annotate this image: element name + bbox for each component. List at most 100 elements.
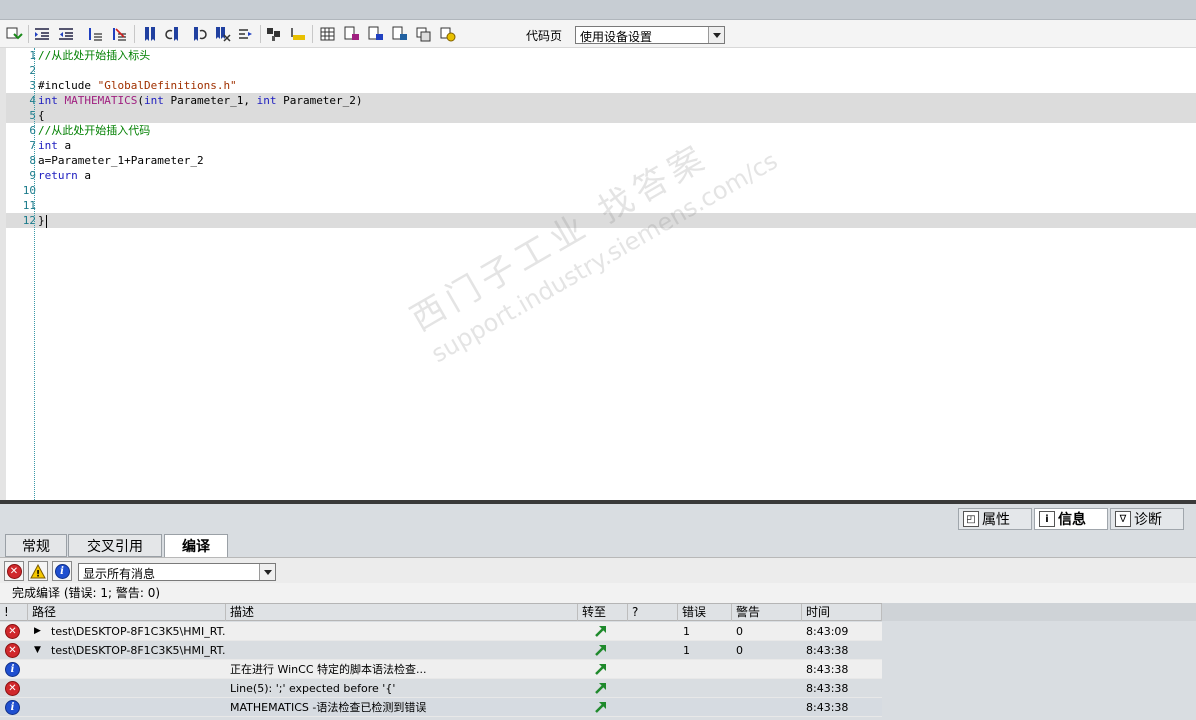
line-text: }	[38, 214, 47, 228]
uncomment-icon[interactable]	[110, 25, 130, 43]
tab-diagnostics[interactable]: ∇ 诊断	[1110, 508, 1184, 530]
line-text: #include "GlobalDefinitions.h"	[38, 79, 237, 92]
col-description[interactable]: 描述	[226, 604, 578, 621]
outdent-icon[interactable]	[56, 25, 76, 43]
compile-icon[interactable]	[4, 25, 24, 43]
info-subtabs: 常规 交叉引用 编译	[0, 534, 1196, 557]
show-info-button[interactable]: i	[52, 561, 72, 581]
goto-arrow-icon[interactable]	[594, 681, 608, 695]
goto-arrow-icon[interactable]	[594, 700, 608, 714]
cell-time: 8:43:38	[806, 701, 849, 714]
expand-toggle-icon[interactable]: ▼	[34, 641, 41, 660]
col-time[interactable]: 时间	[802, 604, 882, 621]
filter-value: 显示所有消息	[83, 567, 156, 581]
line-text: int MATHEMATICS(int Parameter_1, int Par…	[38, 94, 363, 107]
title-bar	[0, 0, 1196, 20]
cell-warnings	[736, 660, 796, 679]
inspector-panel: ◰ 属性 i 信息 ∇ 诊断 常规 交叉引用 编译 ✕ ! i 显示所有消息 完…	[0, 504, 1196, 720]
tab-label: 属性	[982, 512, 1010, 528]
properties-icon[interactable]	[414, 25, 434, 43]
tab-label: 信息	[1058, 512, 1086, 528]
error-icon: ✕	[5, 624, 20, 639]
cell-path	[51, 660, 226, 679]
bookmark-icon[interactable]	[140, 25, 160, 43]
svg-text:!: !	[36, 569, 40, 579]
codepage-dropdown[interactable]: 使用设备设置	[575, 26, 725, 44]
wizard-icon[interactable]	[438, 25, 458, 43]
line-number: 2	[29, 64, 36, 77]
bookmark-next-icon[interactable]	[188, 25, 208, 43]
insert-icon[interactable]	[366, 25, 386, 43]
col-help[interactable]: ?	[628, 604, 678, 621]
indent-icon[interactable]	[32, 25, 52, 43]
find-icon[interactable]	[264, 25, 284, 43]
goto-line-icon[interactable]	[236, 25, 256, 43]
bookmark-prev-icon[interactable]	[164, 25, 184, 43]
code-line[interactable]: 11	[6, 198, 1196, 213]
code-line[interactable]: 6 //从此处开始插入代码	[6, 123, 1196, 138]
code-line[interactable]: 8 a=Parameter_1+Parameter_2	[6, 153, 1196, 168]
code-line[interactable]: 12 }	[6, 213, 1196, 228]
goto-arrow-icon[interactable]	[594, 662, 608, 676]
info-icon: i	[5, 662, 20, 677]
code-line[interactable]: 2	[6, 63, 1196, 78]
tab-compile[interactable]: 编译	[164, 534, 228, 557]
col-path[interactable]: 路径	[28, 604, 226, 621]
chevron-down-icon[interactable]	[259, 564, 275, 580]
script-editor[interactable]: 1 //从此处开始插入标头 2 3 #include "GlobalDefini…	[0, 48, 1196, 500]
code-line[interactable]: 5 {	[6, 108, 1196, 123]
cell-errors	[683, 679, 728, 698]
tab-properties[interactable]: ◰ 属性	[958, 508, 1032, 530]
table-row[interactable]: i MATHEMATICS -语法检查已检测到错误 8:43:38	[0, 698, 882, 717]
header-filler	[882, 603, 1196, 621]
highlight-icon[interactable]	[288, 25, 308, 43]
line-text: int a	[38, 139, 72, 152]
tags-icon[interactable]	[318, 25, 338, 43]
code-line[interactable]: 7 int a	[6, 138, 1196, 153]
col-status[interactable]: !	[0, 604, 28, 621]
snippet-icon[interactable]	[342, 25, 362, 43]
codepage-value: 使用设备设置	[580, 30, 653, 44]
code-line[interactable]: 4 int MATHEMATICS(int Parameter_1, int P…	[6, 93, 1196, 108]
table-row[interactable]: ✕ ▼ test\DESKTOP-8F1C3K5\HMI_RT... 1 0 8:43:3…	[0, 641, 882, 660]
table-row[interactable]: ✕ ▶ test\DESKTOP-8F1C3K5\HMI_RT... 1 0 8:43:0…	[0, 622, 882, 641]
codepage-label: 代码页	[526, 29, 563, 43]
show-warnings-button[interactable]: !	[28, 561, 48, 581]
cell-warnings	[736, 679, 796, 698]
tab-info[interactable]: i 信息	[1034, 508, 1108, 530]
cell-path: test\DESKTOP-8F1C3K5\HMI_RT...	[51, 644, 226, 657]
show-errors-button[interactable]: ✕	[4, 561, 24, 581]
tab-general[interactable]: 常规	[5, 534, 67, 557]
code-line[interactable]: 9 return a	[6, 168, 1196, 183]
cell-time: 8:43:38	[806, 682, 849, 695]
comment-icon[interactable]	[86, 25, 106, 43]
bookmark-clear-icon[interactable]	[212, 25, 232, 43]
error-icon: ✕	[5, 681, 20, 696]
cell-warnings: 0	[736, 644, 743, 657]
cell-path	[51, 679, 226, 698]
code-line[interactable]: 3 #include "GlobalDefinitions.h"	[6, 78, 1196, 93]
line-text: a=Parameter_1+Parameter_2	[38, 154, 204, 167]
message-filter-dropdown[interactable]: 显示所有消息	[78, 563, 276, 581]
table-row[interactable]: i 正在进行 WinCC 特定的脚本语法检查... 8:43:38	[0, 660, 882, 679]
expand-toggle-icon[interactable]: ▶	[34, 622, 41, 641]
code-line[interactable]: 1 //从此处开始插入标头	[6, 48, 1196, 63]
tab-cross-reference[interactable]: 交叉引用	[68, 534, 162, 557]
line-number: 1	[29, 49, 36, 62]
cell-time: 8:43:38	[806, 644, 849, 657]
col-warnings[interactable]: 警告	[732, 604, 802, 621]
chevron-down-icon[interactable]	[708, 27, 724, 43]
cell-description: Line(5): ';' expected before '{'	[230, 682, 396, 695]
insert2-icon[interactable]	[390, 25, 410, 43]
cell-description: 正在进行 WinCC 特定的脚本语法检查...	[230, 663, 427, 676]
info-icon: i	[54, 563, 70, 579]
code-line[interactable]: 10	[6, 183, 1196, 198]
col-errors[interactable]: 错误	[678, 604, 732, 621]
col-goto[interactable]: 转至	[578, 604, 628, 621]
goto-arrow-icon[interactable]	[594, 624, 608, 638]
table-header: ! 路径 描述 转至 ? 错误 警告 时间	[0, 603, 882, 621]
goto-arrow-icon[interactable]	[594, 643, 608, 657]
cell-errors: 1	[683, 625, 690, 638]
table-row[interactable]: ✕ Line(5): ';' expected before '{' 8:43:38	[0, 679, 882, 698]
line-number: 6	[29, 124, 36, 137]
